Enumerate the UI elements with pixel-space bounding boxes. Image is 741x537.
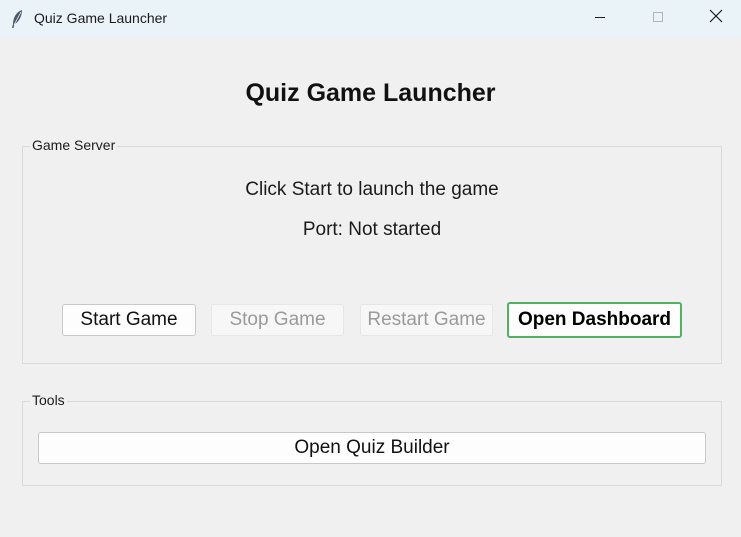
app-window: Quiz Game Launcher Quiz Game Launcher Ga… xyxy=(0,0,741,537)
maximize-icon xyxy=(652,10,664,28)
tools-label: Tools xyxy=(30,392,67,408)
open-dashboard-button[interactable]: Open Dashboard xyxy=(507,302,682,338)
page-title: Quiz Game Launcher xyxy=(245,79,496,107)
maximize-button[interactable] xyxy=(635,0,681,37)
restart-game-button: Restart Game xyxy=(360,304,493,336)
status-message: Click Start to launch the game xyxy=(245,179,499,200)
close-button[interactable] xyxy=(693,0,739,37)
game-server-label: Game Server xyxy=(30,137,118,153)
minimize-button[interactable] xyxy=(577,0,623,37)
minimize-icon xyxy=(594,10,606,28)
window-title: Quiz Game Launcher xyxy=(34,10,168,26)
feather-icon xyxy=(10,9,24,29)
open-quiz-builder-button[interactable]: Open Quiz Builder xyxy=(38,432,706,464)
start-game-button[interactable]: Start Game xyxy=(62,304,196,336)
title-bar[interactable]: Quiz Game Launcher xyxy=(0,0,741,37)
port-status: Port: Not started xyxy=(302,219,442,240)
stop-game-button: Stop Game xyxy=(211,304,344,336)
close-icon xyxy=(709,9,723,28)
